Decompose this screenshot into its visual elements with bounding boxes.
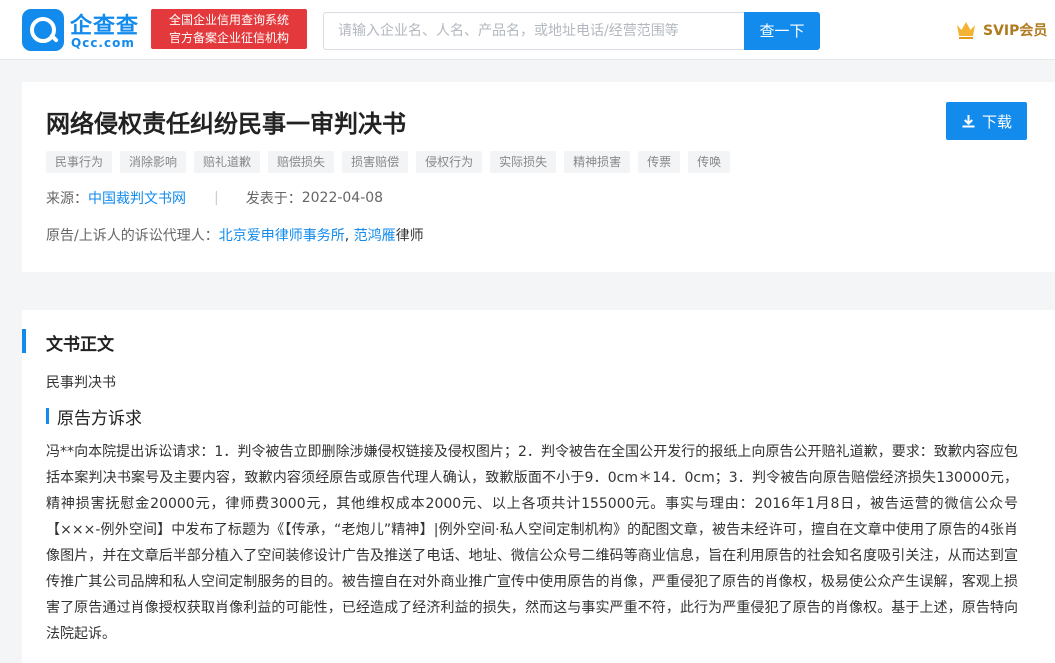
agent-suffix: 律师 xyxy=(395,228,424,244)
agent-label: 原告/上诉人的诉讼代理人： xyxy=(46,228,219,244)
document-meta: 来源： 中国裁判文书网 | 发表于： 2022-04-08 xyxy=(46,188,383,208)
tag[interactable]: 实际损失 xyxy=(490,151,557,173)
download-icon xyxy=(962,114,975,127)
section-title: 文书正文 xyxy=(46,335,114,355)
badge-line-1: 全国企业信用查询系统 xyxy=(168,13,289,27)
logo-domain[interactable]: Qcc.com xyxy=(71,36,135,50)
meta-divider: | xyxy=(214,190,219,206)
date-label: 发表于： xyxy=(245,191,302,207)
tag[interactable]: 侵权行为 xyxy=(416,151,483,173)
agent-lawyer-link[interactable]: 范鸿雁 xyxy=(354,228,396,244)
section-divider xyxy=(22,272,1055,310)
litigation-agent: 原告/上诉人的诉讼代理人：北京爱申律师事务所, 范鸿雁律师 xyxy=(46,225,424,245)
tag[interactable]: 精神损害 xyxy=(564,151,631,173)
official-badge: 全国企业信用查询系统 官方备案企业征信机构 xyxy=(151,9,307,49)
source-label: 来源： xyxy=(46,191,88,207)
tag[interactable]: 传票 xyxy=(638,151,681,173)
download-label: 下载 xyxy=(981,112,1012,131)
crown-icon xyxy=(957,22,975,39)
svip-member-link[interactable]: SVIP会员 xyxy=(955,17,1047,43)
tag[interactable]: 消除影响 xyxy=(120,151,187,173)
source-link[interactable]: 中国裁判文书网 xyxy=(88,188,186,208)
badge-line-2: 官方备案企业征信机构 xyxy=(168,31,289,45)
download-button[interactable]: 下载 xyxy=(946,102,1027,140)
document-body: 冯**向本院提出诉讼请求：1．判令被告立即删除涉嫌侵权链接及侵权图片；2．判令被… xyxy=(46,444,1018,642)
tag-list: 民事行为 消除影响 赔礼道歉 赔偿损失 损害赔偿 侵权行为 实际损失 精神损害 … xyxy=(46,151,731,173)
agent-firm-link[interactable]: 北京爱申律师事务所 xyxy=(219,228,345,244)
document-card: 网络侵权责任纠纷民事一审判决书 下载 民事行为 消除影响 赔礼道歉 赔偿损失 损… xyxy=(22,82,1055,663)
section-marker xyxy=(22,329,26,353)
tag[interactable]: 赔礼道歉 xyxy=(194,151,261,173)
tag[interactable]: 民事行为 xyxy=(46,151,113,173)
publish-date: 2022-04-08 xyxy=(301,190,384,206)
search-input[interactable] xyxy=(323,12,745,50)
subsection-marker xyxy=(46,408,49,424)
qcc-logo-icon[interactable] xyxy=(22,9,64,51)
svip-label: SVIP会员 xyxy=(983,23,1048,39)
document-type: 民事判决书 xyxy=(46,375,116,391)
search-button[interactable]: 查一下 xyxy=(744,12,820,50)
top-header: 企查查 Qcc.com 全国企业信用查询系统 官方备案企业征信机构 查一下 SV… xyxy=(0,0,1055,60)
agent-separator: , xyxy=(344,228,354,244)
tag[interactable]: 传唤 xyxy=(688,151,731,173)
tag[interactable]: 损害赔偿 xyxy=(342,151,409,173)
page-title: 网络侵权责任纠纷民事一审判决书 xyxy=(46,110,406,138)
tag[interactable]: 赔偿损失 xyxy=(268,151,335,173)
subsection-title: 原告方诉求 xyxy=(57,409,142,429)
